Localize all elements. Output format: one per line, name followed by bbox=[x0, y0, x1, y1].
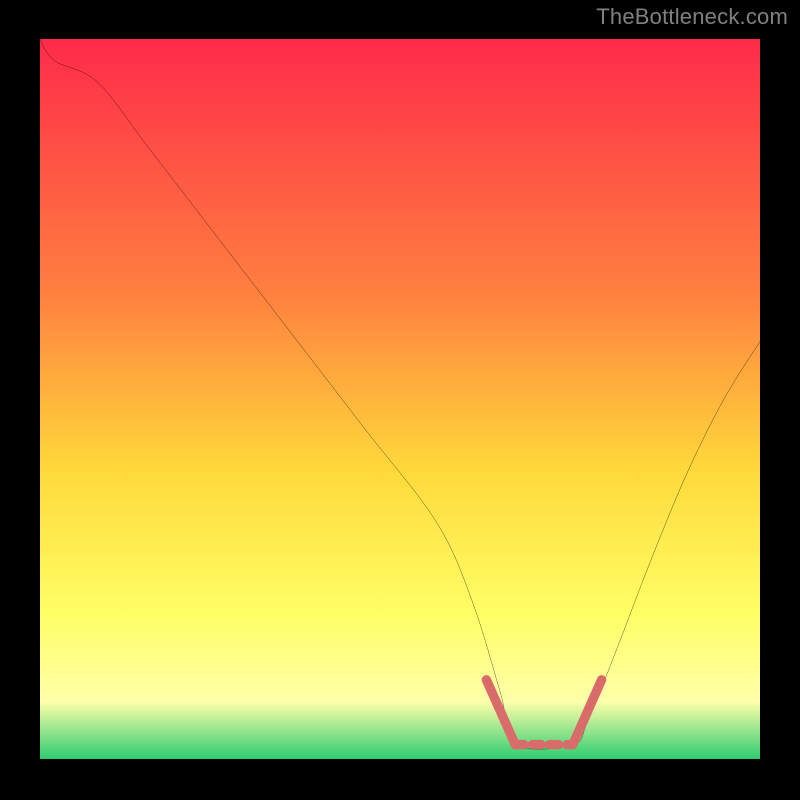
bottleneck-chart bbox=[40, 39, 760, 759]
watermark-text: TheBottleneck.com bbox=[596, 4, 788, 30]
chart-container: TheBottleneck.com bbox=[0, 0, 800, 800]
